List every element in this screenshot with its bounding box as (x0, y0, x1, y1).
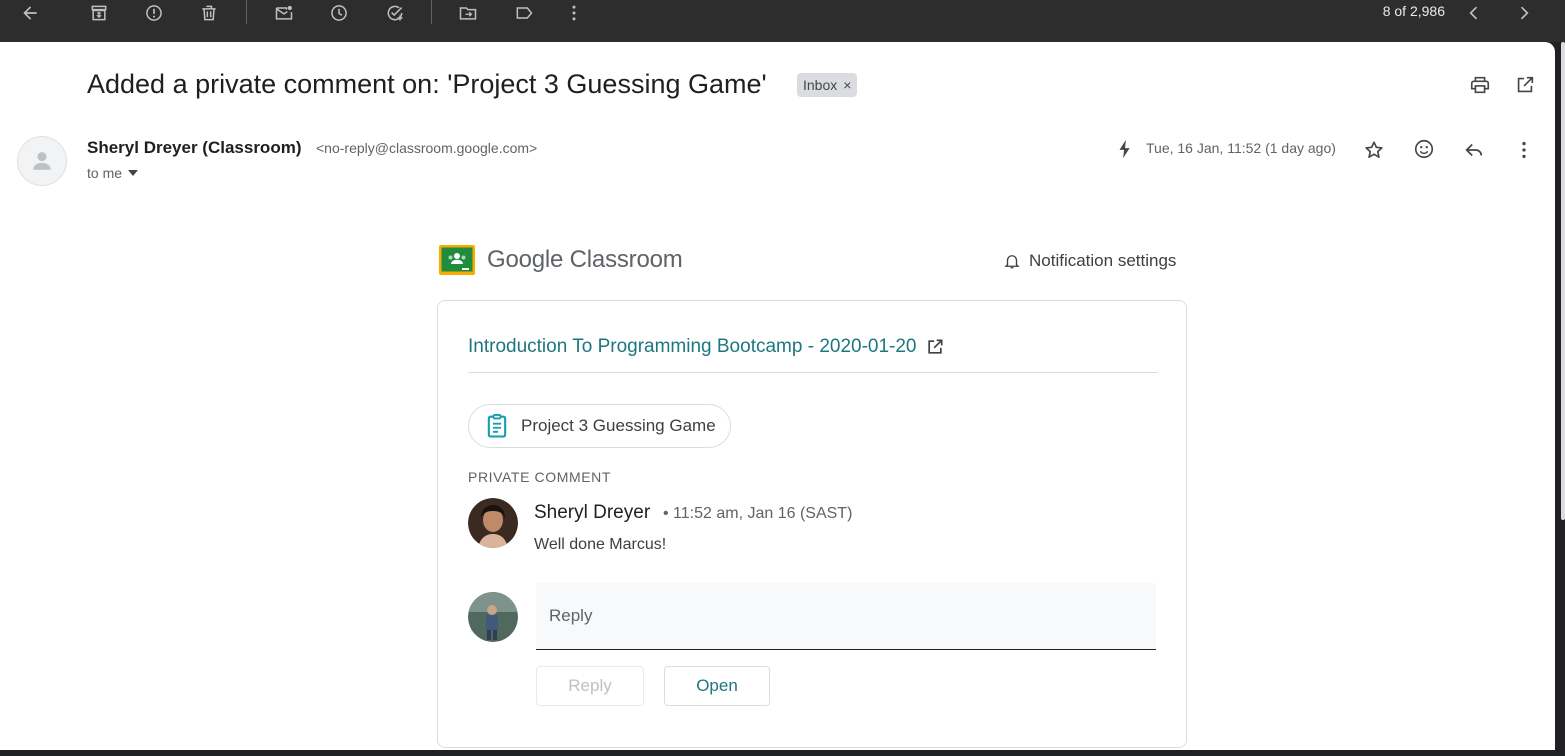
commenter-avatar (468, 498, 518, 548)
reply-input[interactable] (536, 583, 1156, 650)
bolt-icon (1109, 133, 1141, 165)
notification-settings-label: Notification settings (1029, 251, 1177, 270)
recipient-text: to me (87, 165, 123, 181)
report-spam-icon[interactable] (136, 0, 172, 26)
label-icon[interactable] (506, 0, 542, 26)
inbox-label[interactable]: Inbox × (797, 73, 858, 97)
reply-icon[interactable] (1458, 134, 1490, 166)
chevron-right-icon[interactable] (1506, 0, 1542, 26)
open-in-new-window-icon[interactable] (1509, 69, 1541, 101)
brand-product: Classroom (569, 246, 683, 273)
open-in-new-icon (927, 339, 943, 354)
star-icon[interactable] (1358, 134, 1390, 166)
message-counter: 8 of 2,986 (1382, 3, 1445, 19)
course-title: Introduction To Programming Bootcamp - 2… (468, 336, 917, 357)
brand-google: Google (487, 246, 564, 273)
emoji-reaction-icon[interactable] (1408, 133, 1440, 165)
snooze-icon[interactable] (321, 0, 357, 26)
back-arrow-icon[interactable] (12, 0, 48, 26)
more-options-icon[interactable] (1508, 134, 1540, 166)
sender-name[interactable]: Sheryl Dreyer (Classroom) (87, 138, 301, 158)
delete-icon[interactable] (191, 0, 227, 26)
message-view: Added a private comment on: 'Project 3 G… (0, 42, 1555, 750)
google-classroom-logo (439, 245, 475, 275)
chevron-left-icon[interactable] (1456, 0, 1492, 26)
inbox-label-text: Inbox (803, 77, 838, 93)
comment-text: Well done Marcus! (534, 536, 667, 553)
email-subject: Added a private comment on: 'Project 3 G… (87, 69, 767, 99)
email-date: Tue, 16 Jan, 11:52 (1 day ago) (1146, 140, 1336, 156)
reply-button[interactable]: Reply (536, 666, 644, 706)
assignment-icon (487, 413, 507, 438)
scrollbar-thumb[interactable] (1561, 42, 1565, 520)
add-task-icon[interactable] (377, 0, 413, 26)
section-label: PRIVATE COMMENT (468, 469, 612, 485)
comment-author: Sheryl Dreyer (534, 502, 651, 523)
person-icon (33, 152, 51, 170)
caret-down-icon (128, 170, 139, 176)
notification-settings-link[interactable]: Notification settings (1003, 251, 1176, 271)
remove-label-icon[interactable]: × (843, 77, 851, 93)
toolbar-divider (246, 0, 247, 24)
toolbar-divider (431, 0, 432, 24)
assignment-chip[interactable]: Project 3 Guessing Game (468, 404, 731, 448)
google-classroom-wordmark: Google Classroom (487, 246, 683, 274)
sender-avatar[interactable] (17, 136, 67, 186)
divider (468, 372, 1158, 373)
mark-unread-icon[interactable] (266, 0, 302, 26)
more-vert-icon[interactable] (556, 0, 592, 26)
comment-card: Introduction To Programming Bootcamp - 2… (437, 300, 1187, 748)
bell-icon (1004, 255, 1020, 269)
recipient-details[interactable]: to me (87, 165, 139, 181)
course-link[interactable]: Introduction To Programming Bootcamp - 2… (468, 336, 945, 358)
comment-timestamp: • 11:52 am, Jan 16 (SAST) (663, 505, 853, 522)
archive-icon[interactable] (81, 0, 117, 26)
move-to-icon[interactable] (450, 0, 486, 26)
print-icon[interactable] (1464, 69, 1496, 101)
sender-email: <no-reply@classroom.google.com> (316, 140, 538, 156)
open-button[interactable]: Open (664, 666, 770, 706)
user-avatar (468, 592, 518, 642)
assignment-title: Project 3 Guessing Game (521, 416, 716, 435)
toolbar: 8 of 2,986 (0, 0, 1565, 42)
